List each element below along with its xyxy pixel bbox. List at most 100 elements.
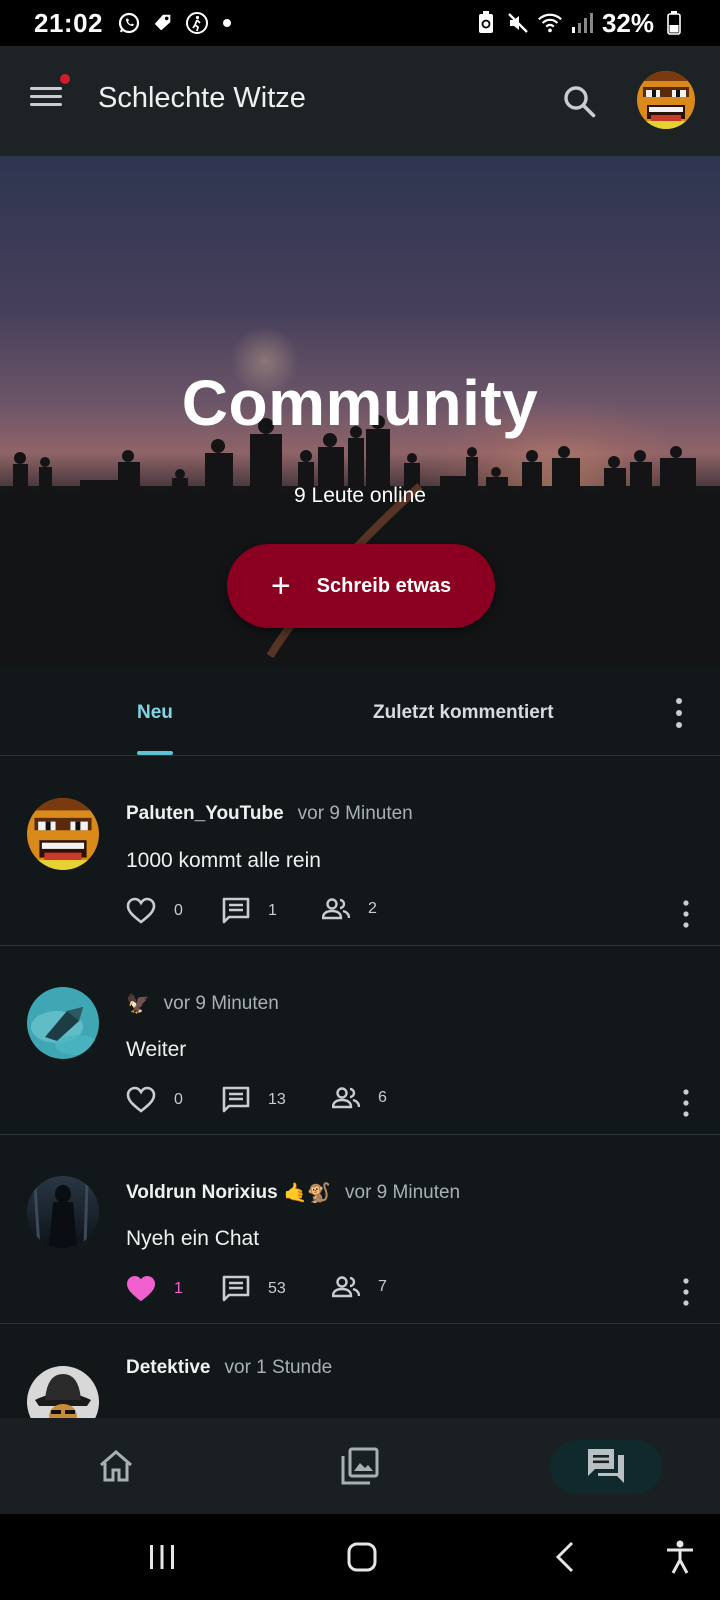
post-text[interactable]: Weiter [126,1038,186,1062]
member-count: 7 [378,1278,387,1295]
tab-recently-commented[interactable]: Zuletzt kommentiert [373,702,554,724]
recent-apps-button[interactable] [137,1532,187,1582]
whatsapp-icon [117,11,141,35]
tag-icon [151,11,175,35]
search-icon [564,86,596,118]
post-time: vor 1 Stunde [224,1357,333,1378]
more-vertical-icon [683,900,689,928]
menu-notification-badge [60,74,70,84]
post-author-emoji: 🤙🐒 [283,1183,331,1204]
back-chevron-icon [555,1541,574,1573]
post-author-emoji[interactable]: 🦅 [126,992,150,1016]
post-actions: 1 53 7 [126,1275,686,1309]
like-button[interactable]: 0 [126,1086,183,1114]
recent-apps-icon [150,1545,174,1569]
post-actions: 0 1 2 [126,897,686,931]
battery-icon [662,11,686,35]
post-more-button[interactable] [674,1088,698,1118]
status-time: 21:02 [34,7,103,38]
like-button[interactable]: 1 [126,1275,183,1303]
like-button[interactable]: 0 [126,897,183,925]
comments-button[interactable]: 53 [222,1275,286,1303]
tab-active-indicator [137,751,173,755]
post-author[interactable]: Detektive [126,1357,211,1379]
comments-button[interactable]: 1 [222,897,277,925]
comments-button[interactable]: 13 [222,1086,286,1114]
people-icon [332,1276,360,1298]
hero-title: Community [181,367,539,439]
post-avatar[interactable] [27,987,99,1059]
battery-saver-icon [474,11,498,35]
system-navigation-bar [0,1514,720,1600]
bottom-navigation [0,1418,720,1514]
comment-count: 13 [268,1091,286,1108]
post-avatar[interactable] [27,1366,99,1418]
comment-icon [222,1086,250,1113]
member-count: 6 [378,1089,387,1106]
post-item[interactable]: Paluten_YouTube vor 9 Minuten 1000 kommt… [0,757,720,946]
post-author[interactable]: Voldrun Norixius [126,1182,278,1204]
home-system-button[interactable] [337,1532,387,1582]
write-something-button[interactable]: + Schreib etwas [227,544,495,628]
post-time: vor 9 Minuten [297,803,413,824]
post-text[interactable]: 1000 kommt alle rein [126,849,321,873]
wifi-icon [538,11,562,35]
menu-button[interactable] [30,74,70,120]
like-count: 0 [174,902,183,919]
post-time: vor 9 Minuten [163,993,279,1014]
heart-icon [126,897,156,924]
post-more-button[interactable] [674,899,698,929]
post-text[interactable]: Nyeh ein Chat [126,1227,259,1251]
post-author[interactable]: Paluten_YouTube [126,803,284,825]
like-count: 0 [174,1091,183,1108]
write-something-label: Schreib etwas [316,574,452,597]
app-bar: Schlechte Witze [0,46,720,156]
members-button[interactable]: 6 [332,1086,387,1110]
menu-icon [30,87,62,90]
nav-chat[interactable] [546,1418,666,1514]
comment-icon [222,1275,250,1302]
nav-gallery[interactable] [300,1418,420,1514]
nav-home[interactable] [56,1418,176,1514]
accessibility-icon [667,1540,693,1574]
post-more-button[interactable] [674,1277,698,1307]
tabs-more-button[interactable] [664,696,694,730]
post-actions: 0 13 6 [126,1086,686,1120]
post-avatar[interactable] [27,798,99,870]
back-button[interactable] [540,1532,590,1582]
battery-percentage: 32% [601,7,654,38]
user-avatar[interactable] [637,71,695,129]
mute-icon [506,11,530,35]
gallery-icon [341,1447,379,1485]
walking-icon [185,11,209,35]
post-time: vor 9 Minuten [345,1182,461,1203]
comment-count: 53 [268,1280,286,1297]
comment-count: 1 [268,902,277,919]
members-button[interactable]: 2 [322,897,377,921]
more-vertical-icon [676,698,682,728]
signal-icon [570,11,594,35]
chat-icon [588,1449,624,1483]
members-button[interactable]: 7 [332,1275,387,1299]
home-square-icon [347,1542,377,1572]
more-vertical-icon [683,1278,689,1306]
online-count: 9 Leute online [294,484,426,507]
heart-filled-icon [126,1275,156,1302]
app-title: Schlechte Witze [98,82,306,114]
search-button[interactable] [562,84,598,120]
post-avatar[interactable] [27,1176,99,1248]
plus-icon: + [270,567,291,605]
accessibility-button[interactable] [655,1532,705,1582]
community-hero: Community 9 Leute online + Schreib etwas [0,156,720,668]
post-item[interactable]: Voldrun Norixius 🤙🐒 vor 9 Minuten Nyeh e… [0,1135,720,1324]
post-item[interactable]: 🦅 vor 9 Minuten Weiter 0 13 6 [0,946,720,1135]
people-icon [322,898,350,920]
home-icon [100,1450,132,1482]
status-bar: 21:02 32% [0,0,720,46]
member-count: 2 [368,900,377,917]
post-item[interactable]: Detektive vor 1 Stunde [0,1325,720,1418]
comment-icon [222,897,250,924]
like-count: 1 [174,1280,183,1297]
more-vertical-icon [683,1089,689,1117]
tab-new[interactable]: Neu [137,702,173,724]
